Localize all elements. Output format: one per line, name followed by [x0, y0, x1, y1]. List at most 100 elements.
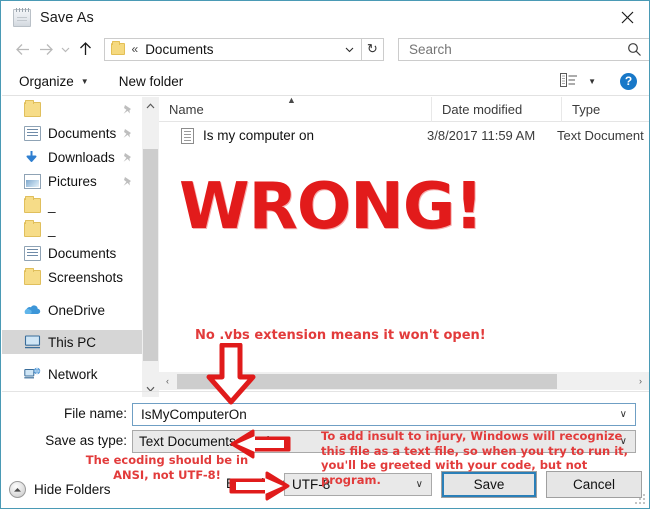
network-icon	[24, 367, 41, 382]
scrollbar-thumb[interactable]	[143, 149, 158, 361]
sidebar-item-folder-a[interactable]: _	[2, 193, 142, 217]
resize-grip[interactable]	[634, 494, 646, 506]
sidebar-item-pictures[interactable]: Pictures	[2, 169, 142, 193]
navigation-pane: Documents Downloads Pictures _ _ Documen…	[2, 97, 142, 397]
column-header-row: Name ▲ Date modified Type	[159, 97, 649, 122]
sidebar-item-label: Pictures	[48, 173, 97, 189]
hide-folders-button[interactable]: Hide Folders	[9, 481, 111, 498]
scroll-right-icon[interactable]: ›	[632, 372, 649, 390]
arrow-left-icon[interactable]	[10, 36, 34, 62]
close-icon[interactable]	[604, 2, 649, 33]
chevron-down-icon[interactable]: ▼	[588, 77, 596, 86]
sidebar-item-screenshots[interactable]: Screenshots	[2, 265, 142, 289]
new-folder-label: New folder	[118, 73, 184, 89]
file-type-cell: Text Document	[557, 128, 644, 143]
pin-icon[interactable]	[122, 104, 133, 115]
search-icon	[627, 42, 642, 57]
sidebar-scrollbar[interactable]	[142, 97, 159, 397]
arrow-right-icon[interactable]	[34, 36, 58, 62]
chevron-down-icon: ∨	[415, 479, 423, 490]
save-as-dialog: Save As « Documents ↻ Search Organize ▼ …	[0, 0, 650, 509]
file-list-pane: Name ▲ Date modified Type Is my computer…	[159, 97, 649, 372]
sidebar-item-folder-b[interactable]: _	[2, 217, 142, 241]
sidebar-item-folder-blank[interactable]	[2, 97, 142, 121]
window-title: Save As	[40, 9, 94, 26]
chevron-down-icon[interactable]: ∨	[620, 409, 627, 420]
navigation-bar: « Documents ↻	[2, 33, 649, 65]
onedrive-icon	[24, 303, 41, 318]
encoding-value: UTF-8	[292, 477, 331, 492]
save-as-type-label: Save as type:	[45, 433, 127, 448]
folder-icon	[110, 41, 125, 55]
search-input[interactable]	[406, 40, 627, 58]
search-box[interactable]	[397, 37, 649, 61]
sidebar-item-network[interactable]: Network	[2, 362, 142, 386]
sidebar-item-label: _	[48, 197, 56, 213]
folder-icon	[24, 267, 41, 285]
pin-icon[interactable]	[122, 128, 133, 139]
refresh-icon[interactable]: ↻	[361, 37, 384, 61]
divider	[2, 391, 649, 392]
column-header-type[interactable]: Type	[561, 97, 649, 122]
column-header-date-modified[interactable]: Date modified	[431, 97, 561, 122]
sidebar-item-downloads[interactable]: Downloads	[2, 145, 142, 169]
save-button[interactable]: Save	[441, 471, 537, 498]
text-document-icon	[181, 127, 194, 144]
table-row[interactable]: Is my computer on 3/8/2017 11:59 AM Text…	[159, 122, 649, 149]
column-header-name[interactable]: Name ▲	[159, 97, 431, 122]
file-name-input[interactable]	[139, 406, 609, 423]
organize-button[interactable]: Organize ▼	[19, 74, 89, 89]
file-name-field[interactable]: ∨	[132, 403, 636, 426]
sidebar-item-documents-2[interactable]: Documents	[2, 241, 142, 265]
sort-ascending-icon: ▲	[287, 97, 296, 105]
file-date-cell: 3/8/2017 11:59 AM	[427, 128, 536, 143]
new-folder-button[interactable]: New folder	[119, 74, 184, 89]
breadcrumb-overflow[interactable]: «	[132, 42, 139, 56]
documents-icon	[24, 125, 41, 141]
breadcrumb[interactable]: Documents	[145, 42, 213, 57]
sidebar-item-documents[interactable]: Documents	[2, 121, 142, 145]
sidebar-item-label: OneDrive	[48, 302, 106, 318]
chevron-down-icon[interactable]	[339, 39, 361, 60]
address-bar[interactable]: « Documents	[103, 37, 362, 61]
notepad-icon	[13, 7, 31, 27]
scroll-up-icon[interactable]	[142, 97, 159, 114]
help-icon[interactable]: ?	[620, 72, 637, 90]
sidebar-item-label: Screenshots	[48, 269, 124, 285]
sidebar-item-this-pc[interactable]: This PC	[2, 330, 142, 354]
cancel-button[interactable]: Cancel	[546, 471, 642, 498]
chevron-up-circle-icon	[9, 481, 26, 498]
folder-icon	[24, 99, 41, 117]
sidebar-item-label: Network	[48, 366, 98, 382]
sidebar-item-label: Documents	[48, 245, 117, 261]
pin-icon[interactable]	[122, 152, 133, 163]
organize-label: Organize	[19, 73, 74, 89]
scroll-left-icon[interactable]: ‹	[159, 372, 176, 390]
toolbar-right-group: ▼ ?	[560, 72, 637, 90]
pin-icon[interactable]	[122, 176, 133, 187]
chevron-down-icon: ∨	[619, 436, 627, 447]
folder-icon	[24, 219, 41, 237]
documents-icon	[24, 245, 41, 261]
this-pc-icon	[24, 334, 41, 350]
save-as-type-dropdown[interactable]: Text Documents (*.txt) ∨	[132, 430, 636, 453]
sidebar-item-label: This PC	[48, 334, 97, 350]
encoding-label: Encoding:	[226, 476, 287, 491]
pictures-icon	[24, 173, 41, 189]
title-bar: Save As	[2, 2, 649, 33]
command-toolbar: Organize ▼ New folder ▼ ?	[2, 67, 649, 96]
column-label: Type	[572, 101, 601, 117]
view-layout-icon[interactable]	[560, 73, 578, 89]
sidebar-item-label: Downloads	[48, 149, 115, 165]
column-label: Date modified	[442, 101, 523, 117]
encoding-dropdown[interactable]: UTF-8 ∨	[284, 473, 432, 496]
sidebar-item-onedrive[interactable]: OneDrive	[2, 298, 142, 322]
sidebar-item-label: _	[48, 221, 56, 237]
scroll-down-icon[interactable]	[142, 380, 159, 397]
file-list-horizontal-scrollbar[interactable]: ‹ ›	[159, 372, 649, 390]
scrollbar-thumb[interactable]	[177, 373, 557, 389]
arrow-up-icon[interactable]	[73, 36, 97, 62]
folder-icon	[24, 195, 41, 213]
file-name-cell: Is my computer on	[203, 128, 315, 143]
chevron-down-icon[interactable]	[58, 36, 73, 62]
